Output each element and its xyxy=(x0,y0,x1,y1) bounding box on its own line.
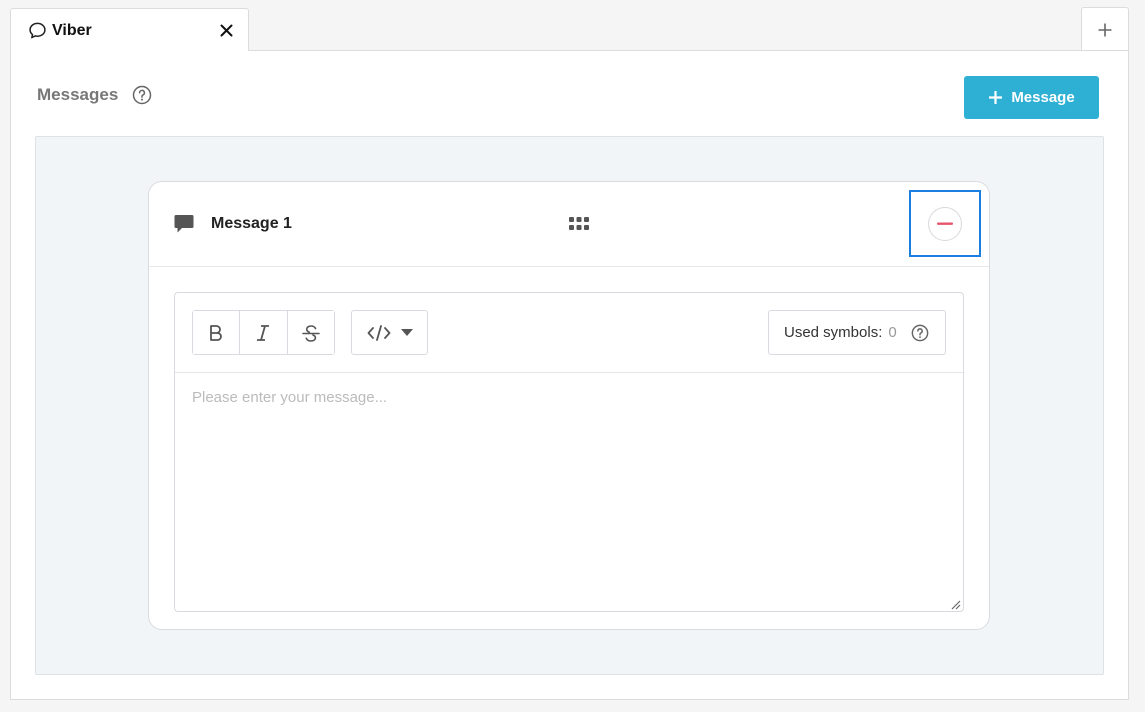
messages-panel: Messages Message Message 1 Used symbols:… xyxy=(10,50,1129,700)
add-tab-button[interactable] xyxy=(1081,7,1129,52)
message-title: Message 1 xyxy=(211,215,292,232)
code-icon xyxy=(367,324,390,341)
strikethrough-button[interactable] xyxy=(287,311,334,354)
tab-connector xyxy=(11,49,248,52)
help-icon[interactable] xyxy=(132,85,152,105)
used-symbols-counter: Used symbols: 0 xyxy=(768,310,946,355)
message-card-header: Message 1 xyxy=(149,182,989,267)
chat-bubble-icon xyxy=(28,21,48,41)
strikethrough-icon xyxy=(302,324,320,342)
add-message-button[interactable]: Message xyxy=(964,76,1099,119)
messages-canvas: Message 1 Used symbols: 0 Please enter y… xyxy=(35,136,1104,675)
caret-down-icon xyxy=(400,328,413,336)
bold-button[interactable] xyxy=(193,311,241,354)
page-title: Messages xyxy=(37,85,119,104)
format-button-group xyxy=(192,310,335,355)
insert-code-dropdown[interactable] xyxy=(351,310,428,355)
tab-label: Viber xyxy=(52,21,92,39)
editor-toolbar: Used symbols: 0 xyxy=(175,293,963,373)
used-symbols-count: 0 xyxy=(888,324,897,341)
italic-icon xyxy=(257,324,270,341)
tab-viber[interactable]: Viber xyxy=(10,8,249,52)
plus-icon xyxy=(1098,23,1112,37)
tab-bar: Viber xyxy=(0,0,1145,52)
minus-icon xyxy=(937,222,953,225)
message-card: Message 1 Used symbols: 0 Please enter y… xyxy=(148,181,990,630)
resize-handle-icon[interactable] xyxy=(949,597,961,610)
used-symbols-label: Used symbols: xyxy=(784,324,883,341)
remove-message-focus xyxy=(909,190,981,257)
message-input[interactable] xyxy=(175,374,963,610)
help-icon[interactable] xyxy=(911,324,929,342)
italic-button[interactable] xyxy=(240,311,288,354)
message-icon xyxy=(173,212,197,236)
message-editor: Used symbols: 0 xyxy=(174,292,964,612)
panel-header: Messages xyxy=(37,85,152,105)
add-message-label: Message xyxy=(1011,89,1075,106)
remove-message-button[interactable] xyxy=(928,206,962,241)
close-icon[interactable] xyxy=(218,23,234,39)
plus-icon xyxy=(989,91,1003,104)
bold-icon xyxy=(210,324,223,341)
drag-handle-icon[interactable] xyxy=(568,216,590,232)
